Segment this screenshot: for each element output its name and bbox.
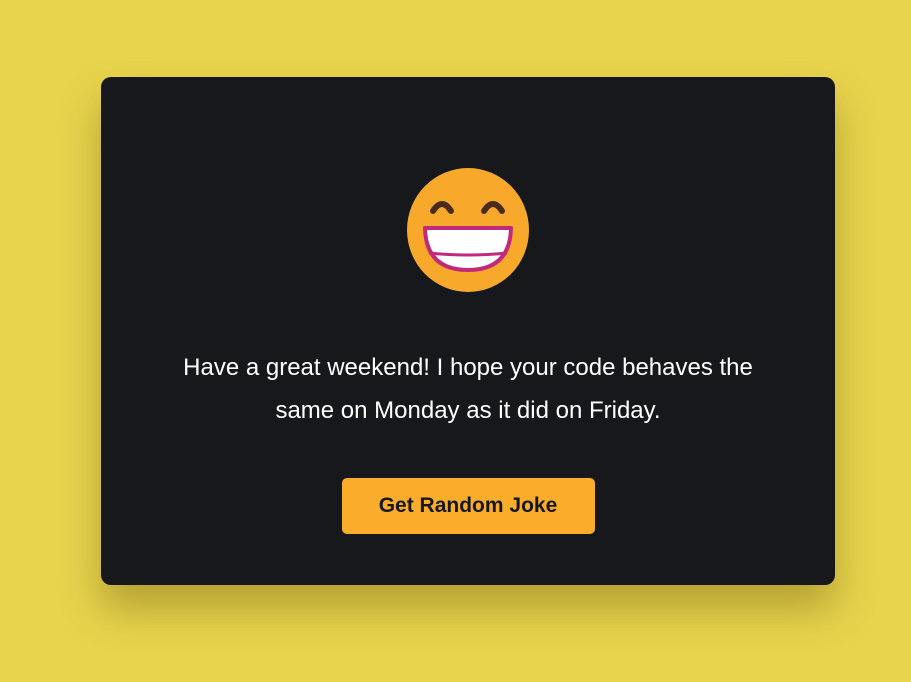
joke-text: Have a great weekend! I hope your code b… xyxy=(183,354,753,424)
get-random-joke-button[interactable]: Get Random Joke xyxy=(341,478,595,534)
page-background: Have a great weekend! I hope your code b… xyxy=(0,0,911,682)
grinning-face-icon xyxy=(406,168,529,292)
joke-card: Have a great weekend! I hope your code b… xyxy=(101,77,835,585)
